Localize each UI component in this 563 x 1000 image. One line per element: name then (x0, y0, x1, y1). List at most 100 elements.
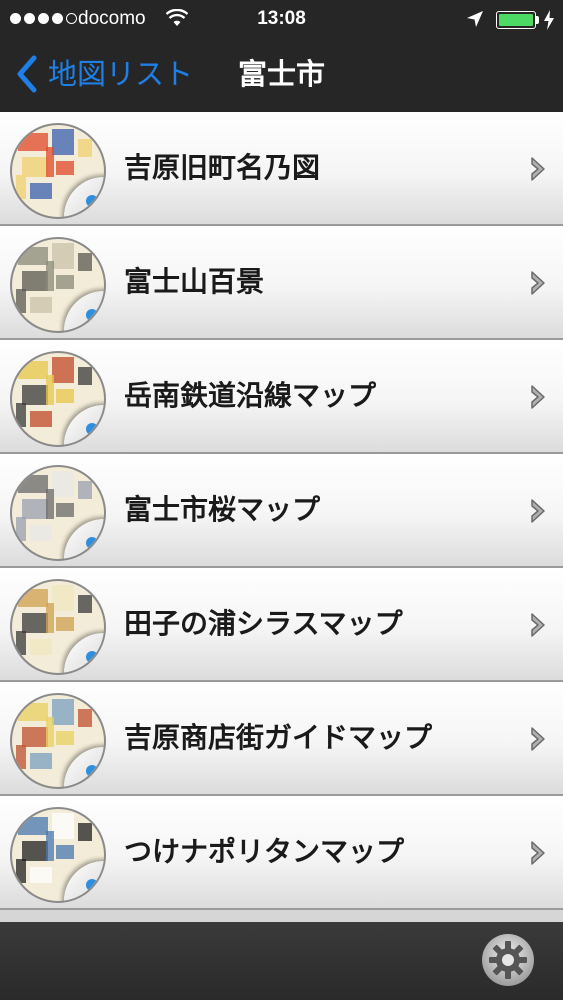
thumbnail-block (30, 183, 52, 199)
thumbnail-block (16, 175, 26, 199)
thumbnail-block (56, 161, 74, 175)
thumbnail-block (56, 617, 74, 631)
thumbnail-block (16, 859, 26, 883)
list-item[interactable]: 岳南鉄道沿線マップ (0, 340, 563, 454)
thumbnail-block (22, 727, 48, 747)
thumbnail-block (18, 361, 48, 379)
thumbnail-block (52, 129, 74, 155)
thumbnail-block (16, 517, 26, 541)
thumbnail-block (56, 503, 74, 517)
page-curl (64, 291, 104, 331)
thumbnail-block (22, 385, 48, 405)
page-curl (64, 177, 104, 217)
thumbnail-block (78, 481, 92, 499)
status-bar: docomo 13:08 (0, 0, 563, 40)
map-thumbnail (10, 123, 106, 219)
thumbnail-block (46, 375, 54, 405)
thumbnail-block (78, 595, 92, 613)
thumbnail-block (18, 703, 48, 721)
thumbnail-block (56, 731, 74, 745)
map-thumbnail (10, 237, 106, 333)
map-thumbnail (10, 579, 106, 675)
thumbnail-block (52, 357, 74, 383)
thumbnail-block (30, 753, 52, 769)
thumbnail-block (18, 589, 48, 607)
list-item[interactable]: つけナポリタンマップ (0, 796, 563, 910)
thumbnail-block (18, 133, 48, 151)
back-button[interactable]: 地図リスト (12, 54, 193, 94)
page-curl (64, 519, 104, 559)
thumbnail-block (52, 699, 74, 725)
page-title: 富士市 (238, 57, 326, 91)
thumbnail-block (18, 247, 48, 265)
thumbnail-block (18, 475, 48, 493)
chevron-left-icon (17, 55, 37, 93)
navigation-bar: 地図リスト 富士市 (0, 40, 563, 112)
thumbnail-block (46, 147, 54, 177)
list-item-label: 富士山百景 (124, 265, 265, 298)
thumbnail-block (56, 845, 74, 859)
thumbnail-block (18, 817, 48, 835)
thumbnail-block (46, 489, 54, 519)
list-item[interactable]: 田子の浦シラスマップ (0, 568, 563, 682)
page-curl (64, 633, 104, 673)
thumbnail-block (30, 639, 52, 655)
chevron-right-icon (531, 271, 545, 295)
thumbnail-block (56, 389, 74, 403)
thumbnail-block (78, 367, 92, 385)
thumbnail-block (30, 411, 52, 427)
map-thumbnail (10, 807, 106, 903)
thumbnail-block (16, 631, 26, 655)
list-item[interactable]: 吉原旧町名乃図 (0, 112, 563, 226)
thumbnail-badge (86, 423, 98, 435)
thumbnail-badge (86, 651, 98, 663)
thumbnail-block (30, 867, 52, 883)
thumbnail-badge (86, 309, 98, 321)
thumbnail-block (22, 499, 48, 519)
thumbnail-badge (86, 537, 98, 549)
thumbnail-block (78, 823, 92, 841)
map-thumbnail (10, 351, 106, 447)
page-curl (64, 747, 104, 787)
thumbnail-block (52, 585, 74, 611)
thumbnail-block (46, 261, 54, 291)
thumbnail-block (22, 613, 48, 633)
list-item-label: つけナポリタンマップ (124, 835, 405, 868)
list-item-label: 吉原旧町名乃図 (124, 151, 321, 184)
page-curl (64, 405, 104, 445)
thumbnail-block (52, 243, 74, 269)
chevron-right-icon (531, 157, 545, 181)
thumbnail-block (52, 471, 74, 497)
thumbnail-block (78, 139, 92, 157)
list-item[interactable]: 富士山百景 (0, 226, 563, 340)
chevron-right-icon (531, 385, 545, 409)
gear-icon[interactable] (480, 932, 536, 988)
thumbnail-block (22, 157, 48, 177)
thumbnail-badge (86, 879, 98, 891)
thumbnail-block (46, 603, 54, 633)
bottom-toolbar (0, 922, 563, 1000)
thumbnail-block (46, 717, 54, 747)
back-button-label: 地図リスト (48, 57, 194, 91)
thumbnail-block (78, 709, 92, 727)
thumbnail-block (56, 275, 74, 289)
map-list: 吉原旧町名乃図 富士山百景岳南鉄道沿線マップ 富士市桜マップ田子の浦シラスマップ 吉原… (0, 112, 563, 922)
thumbnail-badge (86, 195, 98, 207)
thumbnail-block (22, 271, 48, 291)
list-item-label: 富士市桜マップ (124, 493, 321, 526)
list-item-label: 岳南鉄道沿線マップ (124, 379, 377, 412)
battery-tip (536, 16, 539, 24)
page-curl (64, 861, 104, 901)
map-thumbnail (10, 465, 106, 561)
thumbnail-block (52, 813, 74, 839)
chevron-right-icon (531, 841, 545, 865)
battery-icon (496, 11, 536, 29)
thumbnail-block (78, 253, 92, 271)
list-item[interactable]: 富士市桜マップ (0, 454, 563, 568)
list-item[interactable]: 吉原商店街ガイドマップ (0, 682, 563, 796)
thumbnail-block (22, 841, 48, 861)
thumbnail-block (30, 297, 52, 313)
thumbnail-badge (86, 765, 98, 777)
thumbnail-block (30, 525, 52, 541)
chevron-right-icon (531, 499, 545, 523)
